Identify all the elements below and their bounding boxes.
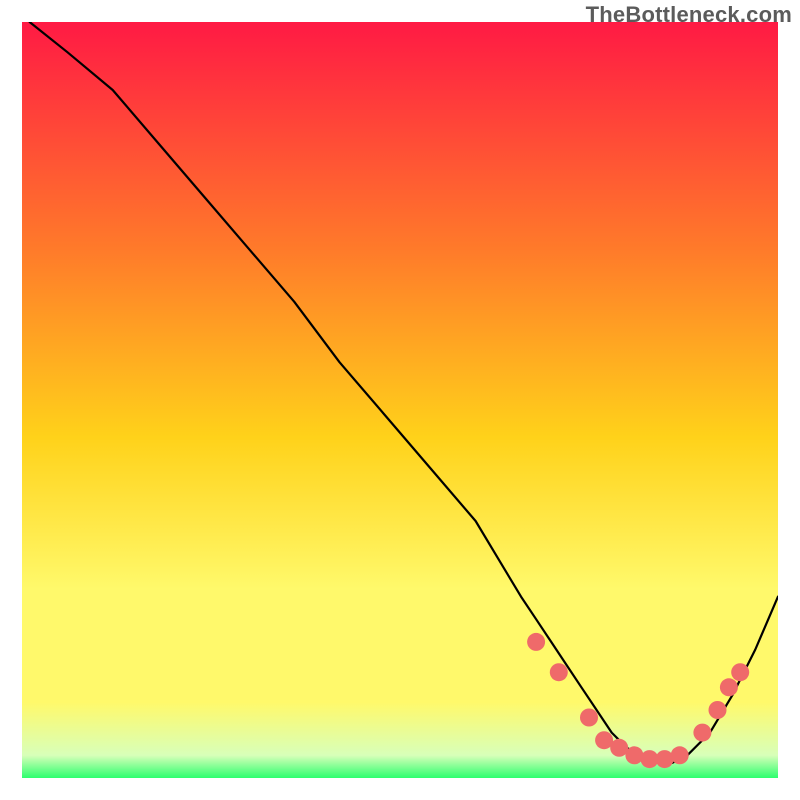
valley-marker (693, 724, 711, 742)
valley-marker (580, 709, 598, 727)
valley-marker (527, 633, 545, 651)
valley-marker (709, 701, 727, 719)
valley-marker (720, 678, 738, 696)
valley-marker (625, 746, 643, 764)
watermark-text: TheBottleneck.com (586, 2, 792, 28)
chart-svg (0, 0, 800, 800)
chart-stage: TheBottleneck.com (0, 0, 800, 800)
valley-marker (550, 663, 568, 681)
valley-marker (671, 746, 689, 764)
gradient-panel (22, 22, 778, 778)
valley-marker (656, 750, 674, 768)
valley-marker (731, 663, 749, 681)
